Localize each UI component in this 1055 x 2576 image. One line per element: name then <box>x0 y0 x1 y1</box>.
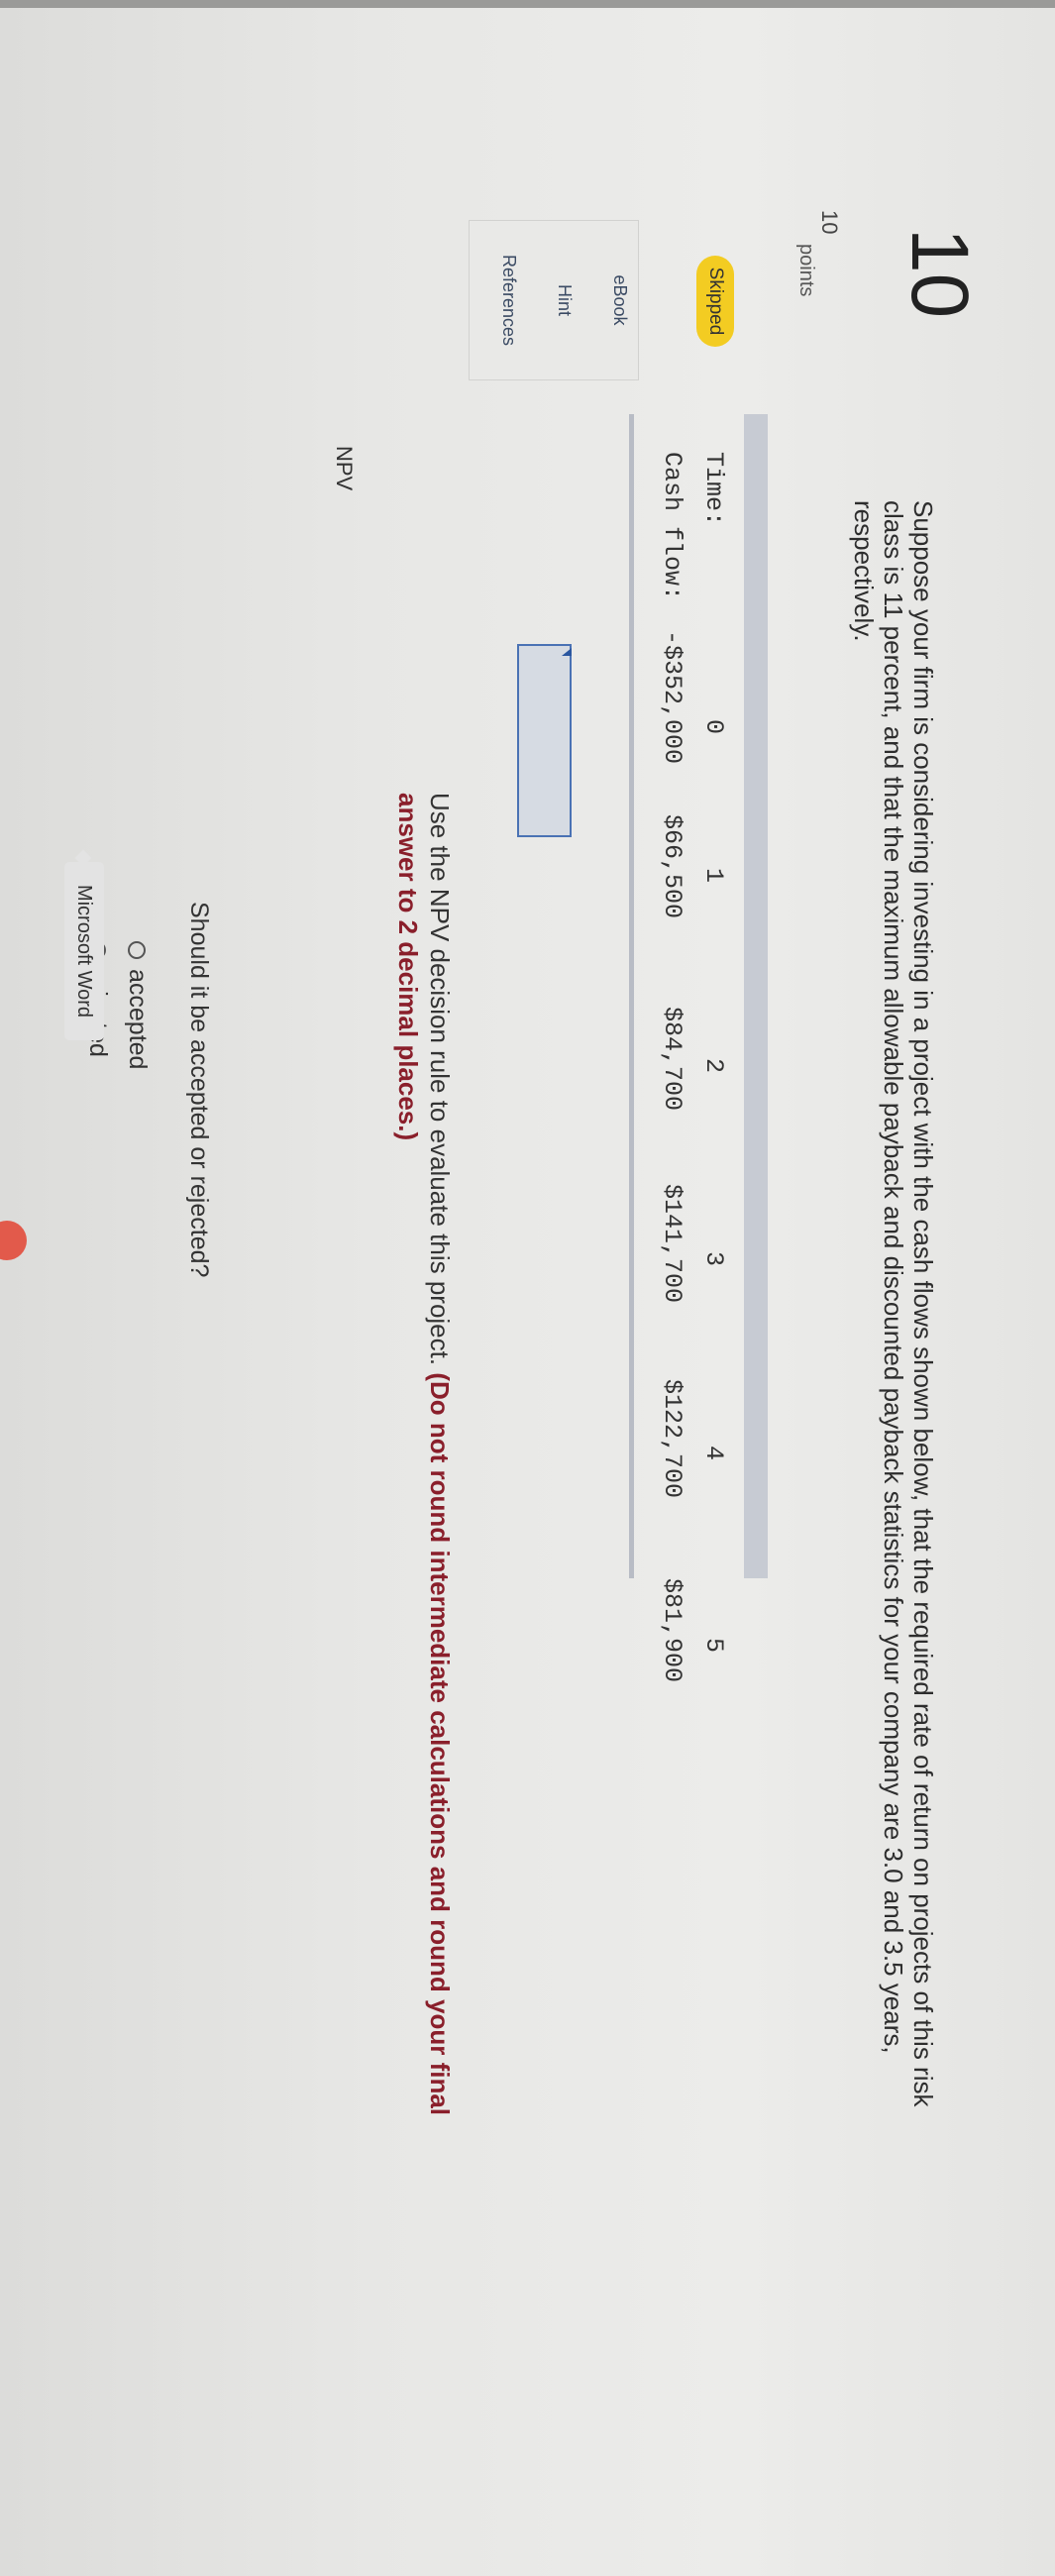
table-bottom-rule <box>629 414 634 1578</box>
option-accepted[interactable]: accepted <box>123 941 152 1069</box>
references-link[interactable]: References <box>498 221 519 379</box>
period-4: 4 <box>699 1446 728 1461</box>
ebook-link[interactable]: eBook <box>609 221 630 379</box>
period-3: 3 <box>699 1251 728 1267</box>
rotated-page: 10 10 points Skipped eBook Hint Referenc… <box>0 0 1055 2576</box>
screen: 10 10 points Skipped eBook Hint Referenc… <box>0 0 1055 2576</box>
tooltip: Microsoft Word <box>64 862 104 1040</box>
red-dot-icon <box>0 1221 27 1260</box>
cash-value-3: $141,700 <box>658 1184 686 1304</box>
npv-label: NPV <box>332 446 357 491</box>
decision-question: Should it be accepted or rejected? <box>185 902 213 1278</box>
cash-value-2: $84,700 <box>658 1007 686 1112</box>
npv-input[interactable] <box>517 644 572 837</box>
period-5: 5 <box>699 1638 728 1654</box>
side-tools-panel: eBook Hint References <box>469 220 639 380</box>
period-0: 0 <box>699 719 728 735</box>
radio-circle-icon[interactable] <box>127 941 146 959</box>
hint-link[interactable]: Hint <box>554 221 575 379</box>
cash-label: Cash flow: <box>658 452 686 601</box>
cash-value-0: -$352,000 <box>658 630 686 765</box>
option-accepted-label: accepted <box>124 969 152 1070</box>
instruction-text: Use the NPV decision rule to evaluate th… <box>392 793 456 2140</box>
question-number: 10 <box>895 228 985 319</box>
cash-value-4: $122,700 <box>658 1379 686 1499</box>
status-badge: Skipped <box>696 256 734 347</box>
instruction-plain: Use the NPV decision rule to evaluate th… <box>425 793 455 1373</box>
time-label: Time: <box>699 452 728 527</box>
cash-flow-table: Time: 0 1 2 3 4 5 Cash flow: -$352,000 $… <box>629 414 768 1682</box>
question-text: Suppose your firm is considering investi… <box>849 500 938 2107</box>
table-header-bar <box>744 414 768 1578</box>
period-2: 2 <box>699 1058 728 1074</box>
period-1: 1 <box>699 868 728 884</box>
cash-value-5: $81,900 <box>658 1578 686 1683</box>
input-flag-icon <box>562 648 572 656</box>
cash-value-1: $66,500 <box>658 814 686 919</box>
points-label: points <box>795 244 817 297</box>
points-value: 10 <box>817 210 842 235</box>
